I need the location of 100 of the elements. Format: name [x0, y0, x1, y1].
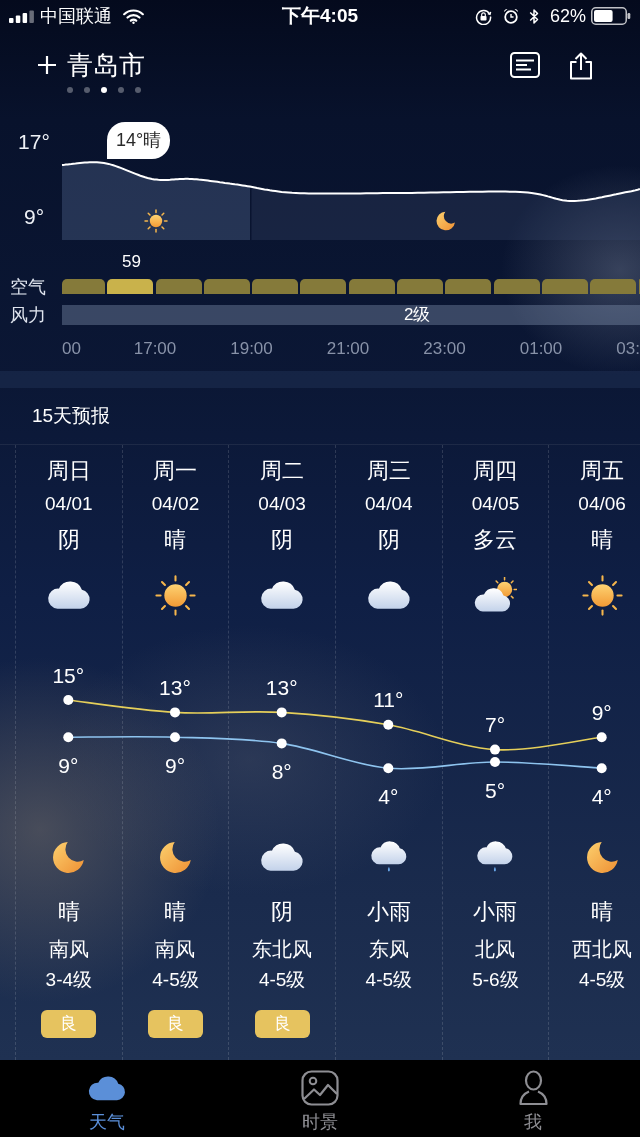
tab-button[interactable]: 时景 [213, 1060, 427, 1137]
tab-button[interactable]: 天气 [0, 1060, 214, 1137]
temperature-dot [383, 763, 394, 774]
date-label: 04/06 [578, 493, 626, 515]
wind-direction: 东风 [368, 937, 409, 961]
moon-icon [159, 840, 192, 874]
weather-condition: 多云 [473, 526, 518, 554]
weekday-label: 周日 [46, 457, 91, 485]
temperature-scale-label: 9° [23, 204, 45, 230]
city-name: 青岛市 [67, 49, 145, 82]
weather-condition: 阴 [377, 526, 400, 554]
wind-direction: 东北风 [252, 937, 313, 961]
wind-level: 4-5级 [578, 969, 626, 991]
temperature-dot [63, 732, 74, 743]
temperature-label: 9° [58, 753, 79, 777]
cloud-icon [86, 1074, 127, 1102]
rain-cloud-icon [476, 841, 515, 873]
time-label: 01:00 [519, 339, 563, 358]
wind-level: 4-5级 [258, 969, 306, 991]
cloud-icon [366, 580, 411, 610]
time-label: 19:00 [230, 339, 273, 358]
temperature-label: 4° [591, 784, 612, 808]
signal-icon [9, 9, 34, 23]
temperature-label: 15° [52, 663, 85, 687]
temperature-label: 11° [373, 688, 404, 712]
temperature-label: 9° [164, 753, 186, 777]
temperature-dot [276, 738, 287, 749]
temperature-dot [596, 763, 607, 774]
date-label: 04/02 [151, 493, 200, 515]
temperature-label: 8° [271, 759, 292, 783]
status-time: 下午4:05 [282, 5, 358, 27]
sun-behind-cloud-icon [473, 577, 518, 613]
cloud-icon [46, 580, 91, 610]
temperature-dot [383, 719, 394, 730]
tab-button[interactable]: 我 [426, 1060, 640, 1137]
weather-condition: 小雨 [366, 898, 411, 926]
weather-condition: 晴 [57, 898, 80, 926]
share-icon[interactable] [568, 50, 594, 80]
battery-percentage: 62% [549, 5, 586, 27]
time-label: 21:00 [326, 339, 370, 358]
plus-icon[interactable] [37, 55, 57, 75]
carrier-name: 中国联通 [40, 5, 112, 27]
moon-icon [52, 840, 86, 874]
time-label: 00 [62, 339, 81, 358]
temperature-dot [170, 707, 180, 718]
time-label: 17:00 [133, 339, 177, 358]
air-quality-badge: 良 [41, 1010, 97, 1038]
list-icon[interactable] [510, 52, 540, 78]
wind-level-bar: 2级 [62, 305, 640, 325]
moon-icon [436, 211, 455, 231]
temperature-scale-label: 17° [18, 129, 50, 155]
sun-icon [581, 574, 623, 616]
picture-icon [301, 1070, 339, 1106]
air-quality-badge: 良 [148, 1010, 203, 1038]
wind-level: 4-5级 [365, 969, 413, 991]
temperature-label: 7° [484, 713, 506, 737]
time-label: 03: [616, 339, 640, 358]
wind-direction: 北风 [475, 937, 516, 961]
wind-direction: 南风 [155, 937, 196, 961]
alarm-clock-icon [502, 8, 519, 24]
weather-condition: 小雨 [473, 898, 518, 926]
weekday-label: 周二 [260, 457, 305, 485]
cloud-icon [260, 580, 305, 610]
wind-label: 风力 [9, 304, 47, 326]
temperature-dot [276, 707, 287, 718]
temperature-label: 13° [265, 675, 298, 699]
wind-direction: 西北风 [572, 937, 633, 961]
date-label: 04/04 [365, 493, 413, 515]
air-quality-badge: 良 [254, 1010, 310, 1038]
temperature-dot [596, 732, 607, 743]
air-quality-value: 59 [122, 252, 141, 271]
weather-condition: 晴 [591, 898, 614, 926]
temperature-label: 4° [378, 784, 399, 808]
temperature-callout: 14°晴 [107, 122, 171, 159]
date-label: 04/05 [471, 493, 520, 515]
wind-direction: 南风 [48, 937, 89, 961]
weather-condition: 阴 [271, 526, 294, 554]
wind-level: 3-4级 [45, 969, 93, 991]
battery-icon [591, 7, 631, 25]
weather-condition: 晴 [164, 526, 187, 554]
weather-condition: 晴 [591, 526, 614, 554]
wifi-icon [123, 8, 144, 24]
temperature-label: 13° [159, 675, 191, 699]
temperature-dot [63, 695, 74, 705]
rotation-lock-icon [474, 7, 492, 25]
sun-icon [144, 209, 168, 233]
temperature-label: 5° [484, 778, 506, 802]
weekday-label: 周一 [153, 457, 198, 485]
wind-level: 5-6级 [472, 969, 519, 991]
weekday-label: 周五 [580, 457, 625, 485]
date-label: 04/01 [45, 493, 93, 515]
rain-cloud-icon [369, 841, 408, 873]
weather-condition: 阴 [271, 898, 294, 926]
temperature-dot [490, 744, 500, 755]
bluetooth-icon [528, 7, 539, 25]
air-quality-label: 空气 [9, 275, 47, 298]
temperature-dot [170, 732, 180, 743]
cloud-icon [260, 842, 305, 872]
weather-condition: 晴 [164, 898, 187, 926]
temperature-dot [490, 757, 500, 767]
